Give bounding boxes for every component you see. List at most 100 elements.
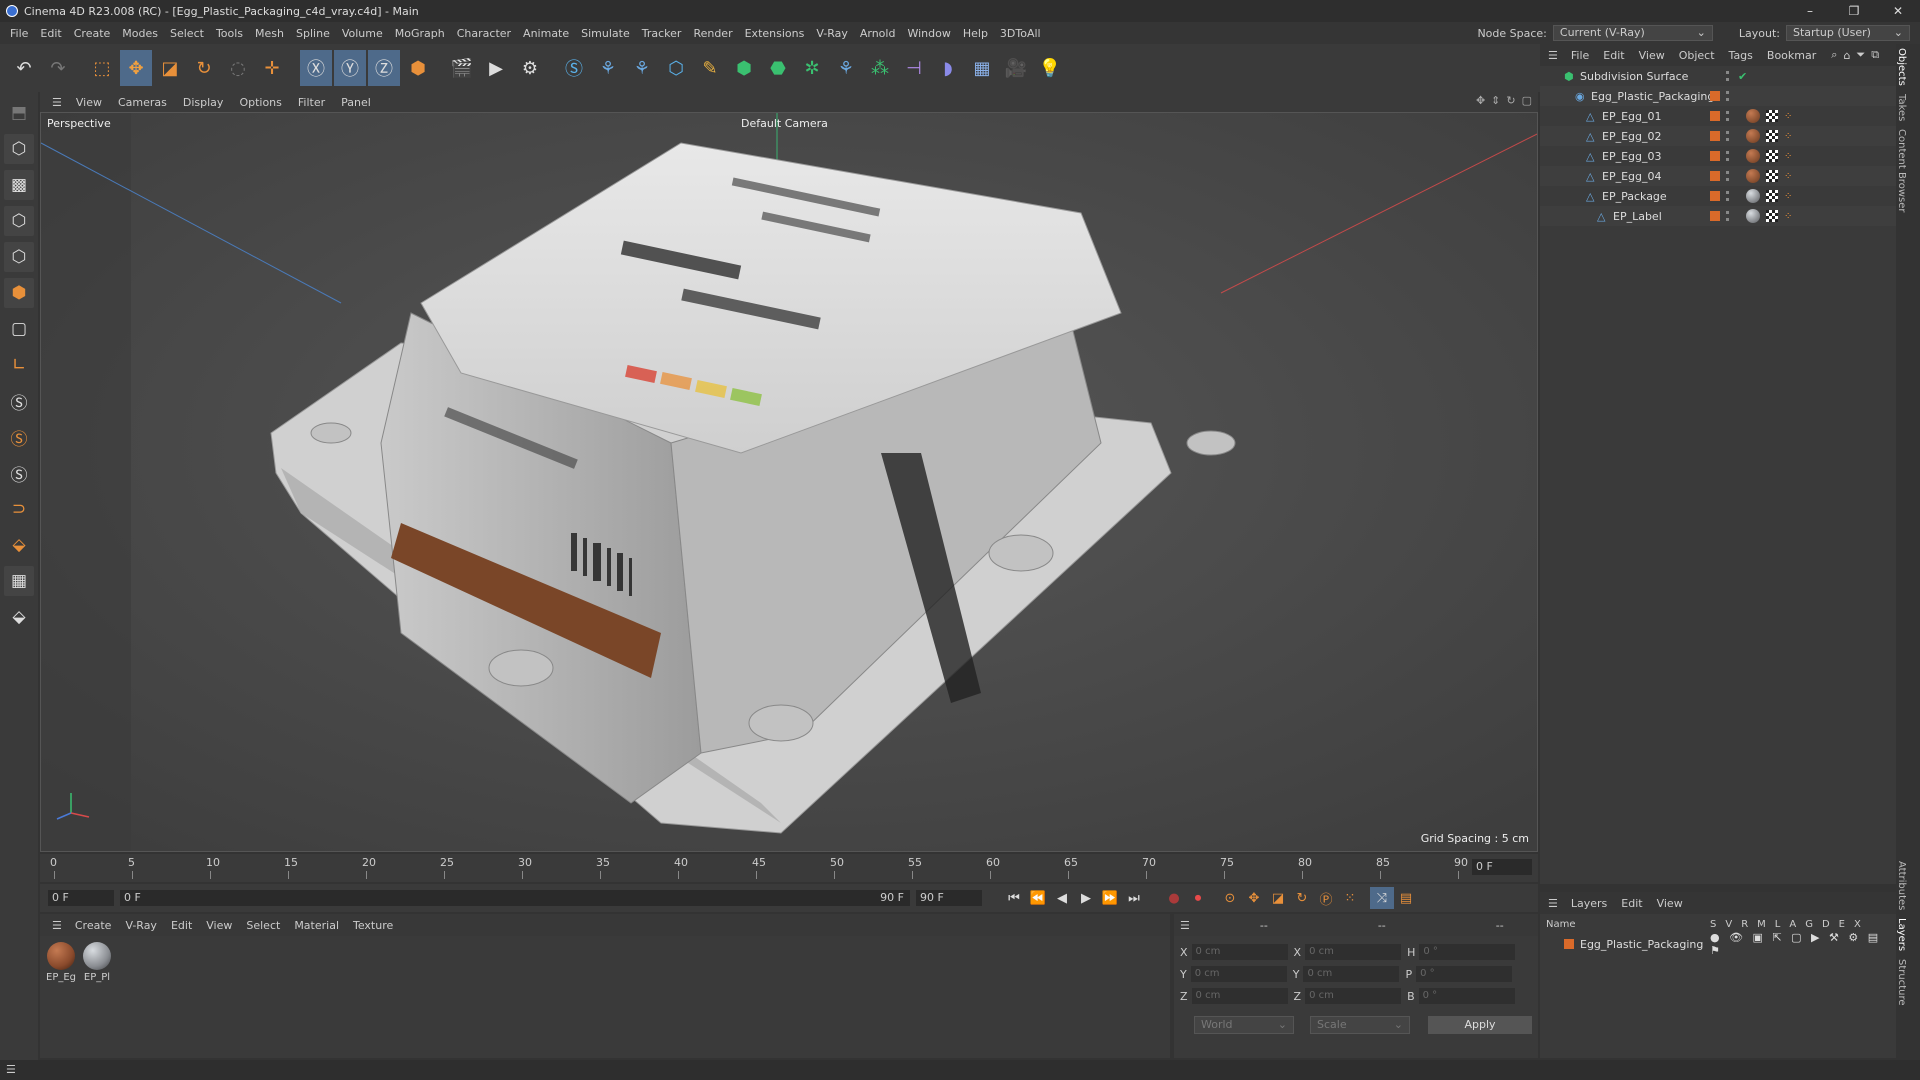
redo-icon[interactable]: ↷ [42,50,74,86]
autokey-icon[interactable]: ⏺ [1186,887,1210,909]
python-icon-2[interactable]: ⚘ [626,50,658,86]
toggle-view-icon[interactable]: ▢ [1522,94,1532,107]
material-tag-icon[interactable] [1746,149,1760,163]
deformer-icon[interactable]: ◗ [932,50,964,86]
prev-frame-icon[interactable]: ◀ [1050,887,1074,909]
motion-system-icon[interactable]: ⤨ [1370,887,1394,909]
object-row[interactable]: △ EP_Egg_03 ⁘ [1540,146,1896,166]
texture-tag-icon[interactable] [1766,150,1778,162]
floor-icon[interactable]: ▦ [966,50,998,86]
material-menu-vray[interactable]: V-Ray [118,919,164,932]
frame-range-slider[interactable]: 0 F 90 F [120,890,910,906]
vray-icon[interactable]: Ⓢ [558,50,590,86]
texture-tag-icon[interactable] [1766,130,1778,142]
material-menu-create[interactable]: Create [68,919,119,932]
menu-character[interactable]: Character [451,27,517,40]
object-menu-object[interactable]: Object [1672,49,1722,62]
size-x-field[interactable]: 0 cm [1305,944,1402,960]
material-tag-icon[interactable] [1746,209,1760,223]
python-icon-1[interactable]: ⚘ [592,50,624,86]
visibility-toggle[interactable] [1726,111,1730,121]
menu-spline[interactable]: Spline [290,27,336,40]
phong-tag-icon[interactable]: ⁘ [1784,151,1792,162]
axis-mode-icon[interactable]: ∟ [4,350,34,380]
uv-mode-icon[interactable]: ▢ [4,314,34,344]
minimize-button[interactable]: – [1788,0,1832,22]
coordinate-system-icon[interactable]: ⬢ [402,50,434,86]
edges-mode-icon[interactable]: ⬡ [4,242,34,272]
tab-takes[interactable]: Takes [1896,90,1907,125]
menu-file[interactable]: File [4,27,34,40]
rot-p-field[interactable]: 0 ° [1416,966,1513,982]
material-menu-edit[interactable]: Edit [164,919,199,932]
visibility-toggle[interactable] [1726,171,1730,181]
pan-icon[interactable]: ✥ [1476,94,1485,107]
hamburger-icon[interactable]: ☰ [6,1063,16,1076]
viewport-menu-filter[interactable]: Filter [290,96,333,109]
locked-workplane-icon[interactable]: ⬙ [4,602,34,632]
prev-key-icon[interactable]: ⏪ [1026,887,1050,909]
phong-tag-icon[interactable]: ⁘ [1784,131,1792,142]
hamburger-icon[interactable]: ☰ [46,96,68,109]
home-icon[interactable]: ⌂ [1843,49,1850,62]
object-menu-bookmarks[interactable]: Bookmar [1760,49,1823,62]
material-tag-icon[interactable] [1746,109,1760,123]
material-tag-icon[interactable] [1746,189,1760,203]
layer-color-marker[interactable] [1710,191,1720,201]
subdivision-icon[interactable]: ⬢ [728,50,760,86]
start-frame-field[interactable]: 0 F [48,890,114,906]
orbit-icon[interactable]: ↻ [1506,94,1515,107]
cube-icon[interactable]: ⬡ [660,50,692,86]
phong-tag-icon[interactable]: ⁘ [1784,171,1792,182]
live-selection-icon[interactable]: ⬚ [86,50,118,86]
layer-menu-edit[interactable]: Edit [1614,897,1649,910]
hamburger-icon[interactable]: ☰ [1180,919,1190,932]
viewport-menu-cameras[interactable]: Cameras [110,96,175,109]
texture-tag-icon[interactable] [1766,190,1778,202]
pen-icon[interactable]: ✎ [694,50,726,86]
undo-icon[interactable]: ↶ [8,50,40,86]
mograph-icon[interactable]: ⁂ [864,50,896,86]
viewport-menu-display[interactable]: Display [175,96,232,109]
end-frame-field[interactable]: 90 F [916,890,982,906]
tab-structure[interactable]: Structure [1896,955,1907,1010]
menu-select[interactable]: Select [164,27,210,40]
apply-button[interactable]: Apply [1428,1016,1532,1034]
menu-render[interactable]: Render [687,27,738,40]
coord-scale-dropdown[interactable]: Scale ⌄ [1310,1016,1410,1034]
material-tag-icon[interactable] [1746,169,1760,183]
object-menu-edit[interactable]: Edit [1596,49,1631,62]
close-button[interactable]: ✕ [1876,0,1920,22]
layer-color-marker[interactable] [1710,211,1720,221]
tab-layers[interactable]: Layers [1896,914,1907,955]
enabled-check-icon[interactable]: ✔ [1738,70,1747,83]
menu-animate[interactable]: Animate [517,27,575,40]
visibility-toggle[interactable] [1726,91,1730,101]
layer-row[interactable]: Egg_Plastic_Packaging ● 👁 ▣ ⇱ ▢ ▶ ⚒ ⚙ ▤ … [1540,931,1896,957]
hamburger-icon[interactable]: ☰ [1548,897,1564,910]
visibility-toggle[interactable] [1726,131,1730,141]
search-icon[interactable]: ⌕ [1831,48,1837,62]
menu-extensions[interactable]: Extensions [739,27,811,40]
viewport-menu-view[interactable]: View [68,96,110,109]
rot-b-field[interactable]: 0 ° [1418,988,1515,1004]
menu-tracker[interactable]: Tracker [636,27,688,40]
layer-color-marker[interactable] [1710,171,1720,181]
soft-selection-icon[interactable]: ◌ [222,50,254,86]
points-mode-icon[interactable]: ⬡ [4,206,34,236]
render-picture-viewer-icon[interactable]: ▶ [480,50,512,86]
viewport-camera-label[interactable]: Default Camera [741,117,828,130]
size-y-field[interactable]: 0 cm [1303,966,1400,982]
object-row[interactable]: △ EP_Egg_01 ⁘ [1540,106,1896,126]
tab-objects[interactable]: Objects [1896,44,1907,90]
new-window-icon[interactable]: ⧉ [1871,48,1879,62]
menu-vray[interactable]: V-Ray [810,27,854,40]
menu-mograph[interactable]: MoGraph [389,27,451,40]
material-tag-icon[interactable] [1746,129,1760,143]
rotate-icon[interactable]: ↻ [188,50,220,86]
layer-menu-view[interactable]: View [1650,897,1690,910]
record-icon[interactable]: ● [1162,887,1186,909]
keyframe-selection-icon[interactable]: ⊙ [1218,887,1242,909]
material-menu-texture[interactable]: Texture [346,919,400,932]
next-frame-icon[interactable]: ⏩ [1098,887,1122,909]
